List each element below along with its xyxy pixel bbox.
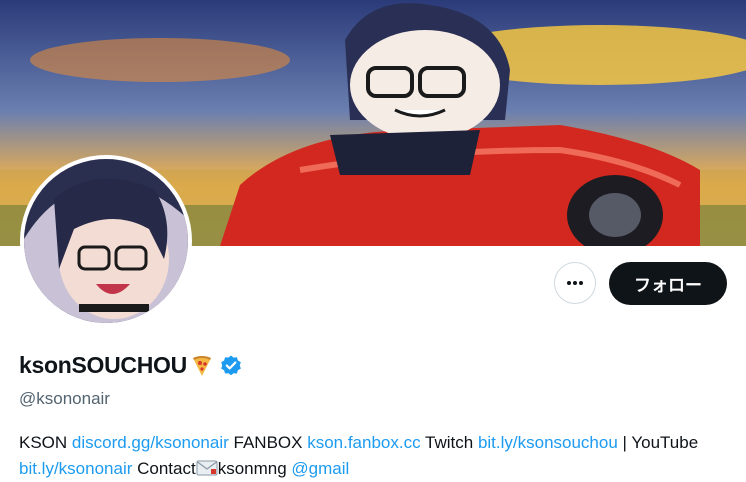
more-horizontal-icon (567, 281, 583, 285)
verified-badge-icon[interactable] (219, 354, 243, 378)
profile-avatar[interactable] (20, 155, 192, 327)
display-name: ksonSOUCHOU (19, 352, 187, 378)
bio-link-gmail[interactable]: @gmail (291, 459, 349, 478)
bio-text: Twitch (420, 433, 478, 452)
profile-handle: @ksononair (19, 389, 110, 408)
bio-text: | YouTube (617, 433, 699, 452)
bio-link-fanbox[interactable]: kson.fanbox.cc (307, 433, 420, 452)
pizza-emoji-icon (191, 355, 213, 377)
profile-bio: KSON discord.gg/ksononair FANBOX kson.fa… (19, 430, 729, 482)
bio-link-discord[interactable]: discord.gg/ksononair (72, 433, 229, 452)
bio-text: KSON (19, 433, 72, 452)
bio-link-youtube[interactable]: bit.ly/ksononair (19, 459, 132, 478)
more-options-button[interactable] (554, 262, 596, 304)
profile-name-row: ksonSOUCHOU (19, 352, 243, 379)
envelope-icon (196, 460, 218, 476)
bio-text: FANBOX (228, 433, 308, 452)
bio-text: Contact (132, 459, 196, 478)
bio-link-twitch[interactable]: bit.ly/ksonsouchou (478, 433, 618, 452)
follow-button[interactable]: フォロー (609, 262, 727, 305)
bio-text: ksonmng (217, 459, 292, 478)
avatar-image (24, 159, 188, 323)
